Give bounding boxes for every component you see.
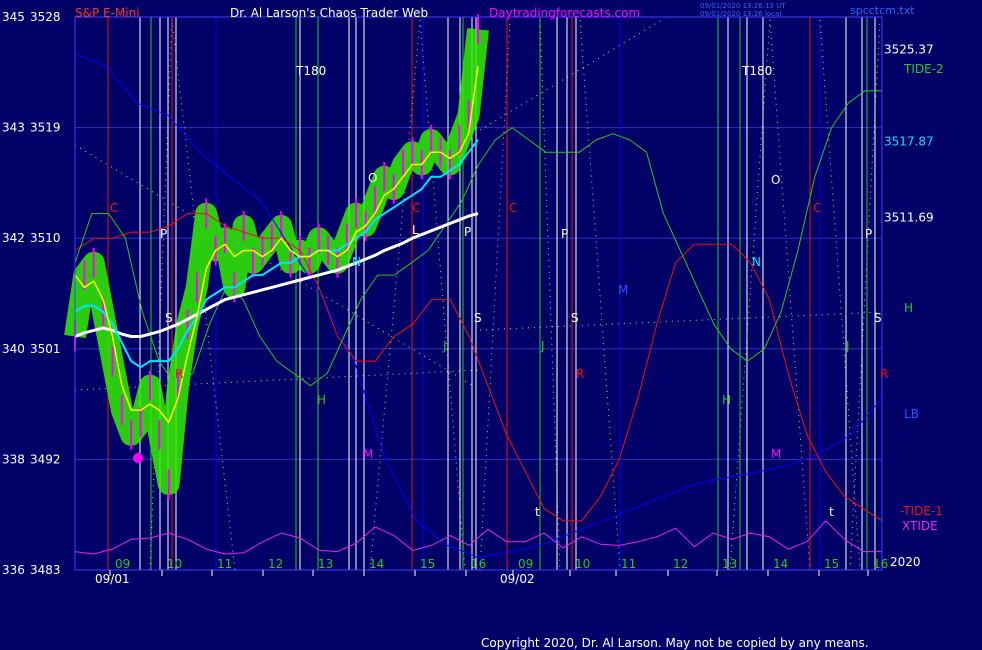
y-tick-label: 338	[2, 452, 25, 466]
x-hour-tick: 13	[318, 557, 333, 571]
timing-letter: S	[474, 311, 482, 325]
level-label: 3511.69	[884, 210, 934, 224]
level-label: 3517.87	[884, 134, 934, 148]
timing-letter: O	[368, 171, 377, 185]
timing-letter: C	[412, 201, 420, 215]
x-hour-tick: 10	[167, 557, 182, 571]
timing-letter: J	[540, 339, 545, 353]
y-price-label: 3519	[30, 121, 61, 135]
timing-letter: J	[442, 339, 447, 353]
data-file-name: spcctcm.txt	[850, 4, 915, 17]
x-hour-tick: 10	[575, 557, 590, 571]
timing-letter: C	[110, 201, 118, 215]
x-date-label: 09/02	[500, 572, 535, 586]
timing-letter: T180	[295, 64, 326, 78]
timing-letter: S	[874, 311, 882, 325]
timing-letter: R	[880, 367, 888, 381]
x-hour-tick: 16	[873, 557, 888, 571]
chart-canvas: 345 3528 343 3519 342 3510 340 3501 338 3492 336 34…	[0, 0, 982, 650]
x-hour-tick: 13	[722, 557, 737, 571]
timing-letter: J	[845, 339, 850, 353]
x-hour-tick: 11	[621, 557, 636, 571]
x-hour-tick: 12	[673, 557, 688, 571]
timing-letter: t	[535, 505, 540, 519]
timing-letter: M	[363, 447, 373, 461]
x-hour-tick: 12	[268, 557, 283, 571]
y-price-label: 3492	[30, 452, 61, 466]
y-price-label: 3528	[30, 10, 61, 24]
timing-letter: R	[576, 367, 584, 381]
timing-letter: H	[722, 393, 731, 407]
tide1-label: -TIDE-1	[900, 504, 943, 518]
website-link[interactable]: Daytradingforecasts.com	[489, 6, 640, 20]
timing-letter: P	[561, 227, 568, 241]
timestamp-ut: 09/01/2020 13:26:13 UT	[700, 2, 786, 10]
timing-letter: R	[175, 367, 183, 381]
year-label: 2020	[890, 555, 921, 569]
x-date-label: 09/01	[95, 572, 130, 586]
x-hour-tick: 09	[115, 557, 130, 571]
y-price-label: 3510	[30, 231, 61, 245]
x-hour-tick: 14	[773, 557, 788, 571]
timing-letter: M	[771, 447, 781, 461]
xtide-label: XTIDE	[902, 519, 938, 533]
timing-letter: O	[771, 173, 780, 187]
timing-letter: P	[160, 227, 167, 241]
chart-title: S&P E-Mini	[75, 6, 140, 20]
timing-letter: C	[509, 201, 517, 215]
tide2-label: TIDE-2	[903, 62, 944, 76]
timing-letter: C	[813, 201, 821, 215]
timing-letter: N	[352, 255, 361, 269]
h-label: H	[904, 301, 913, 315]
y-tick-label: 342	[2, 231, 25, 245]
timing-letter: H	[317, 393, 326, 407]
timing-letter: L	[412, 223, 419, 237]
y-tick-label: 336	[2, 563, 25, 577]
x-hour-tick: 11	[217, 557, 232, 571]
y-price-label: 3483	[30, 563, 61, 577]
x-hour-tick: 15	[420, 557, 435, 571]
price-low-marker	[133, 453, 143, 463]
y-price-label: 3501	[30, 342, 61, 356]
timing-letter: S	[165, 311, 173, 325]
x-hour-tick: 09	[518, 557, 533, 571]
timing-letter: t	[829, 505, 834, 519]
timestamp-local: 09/01/2020 13:26 local	[700, 10, 781, 18]
timing-letter: N	[752, 255, 761, 269]
level-label: 3525.37	[884, 42, 934, 56]
y-tick-label: 340	[2, 342, 25, 356]
x-hour-tick: 16	[471, 557, 486, 571]
y-tick-label: 345	[2, 10, 25, 24]
y-tick-label: 343	[2, 121, 25, 135]
timing-letter: S	[571, 311, 579, 325]
timing-letter: M	[618, 283, 628, 297]
timing-letter: P	[865, 227, 872, 241]
x-hour-tick: 14	[369, 557, 384, 571]
copyright-notice: Copyright 2020, Dr. Al Larson. May not b…	[481, 636, 869, 650]
author-title: Dr. Al Larson's Chaos Trader Web	[230, 6, 428, 20]
lb-label: LB	[904, 407, 919, 421]
timing-letter: P	[464, 225, 471, 239]
timing-letter: T180	[741, 64, 772, 78]
x-hour-tick: 15	[824, 557, 839, 571]
